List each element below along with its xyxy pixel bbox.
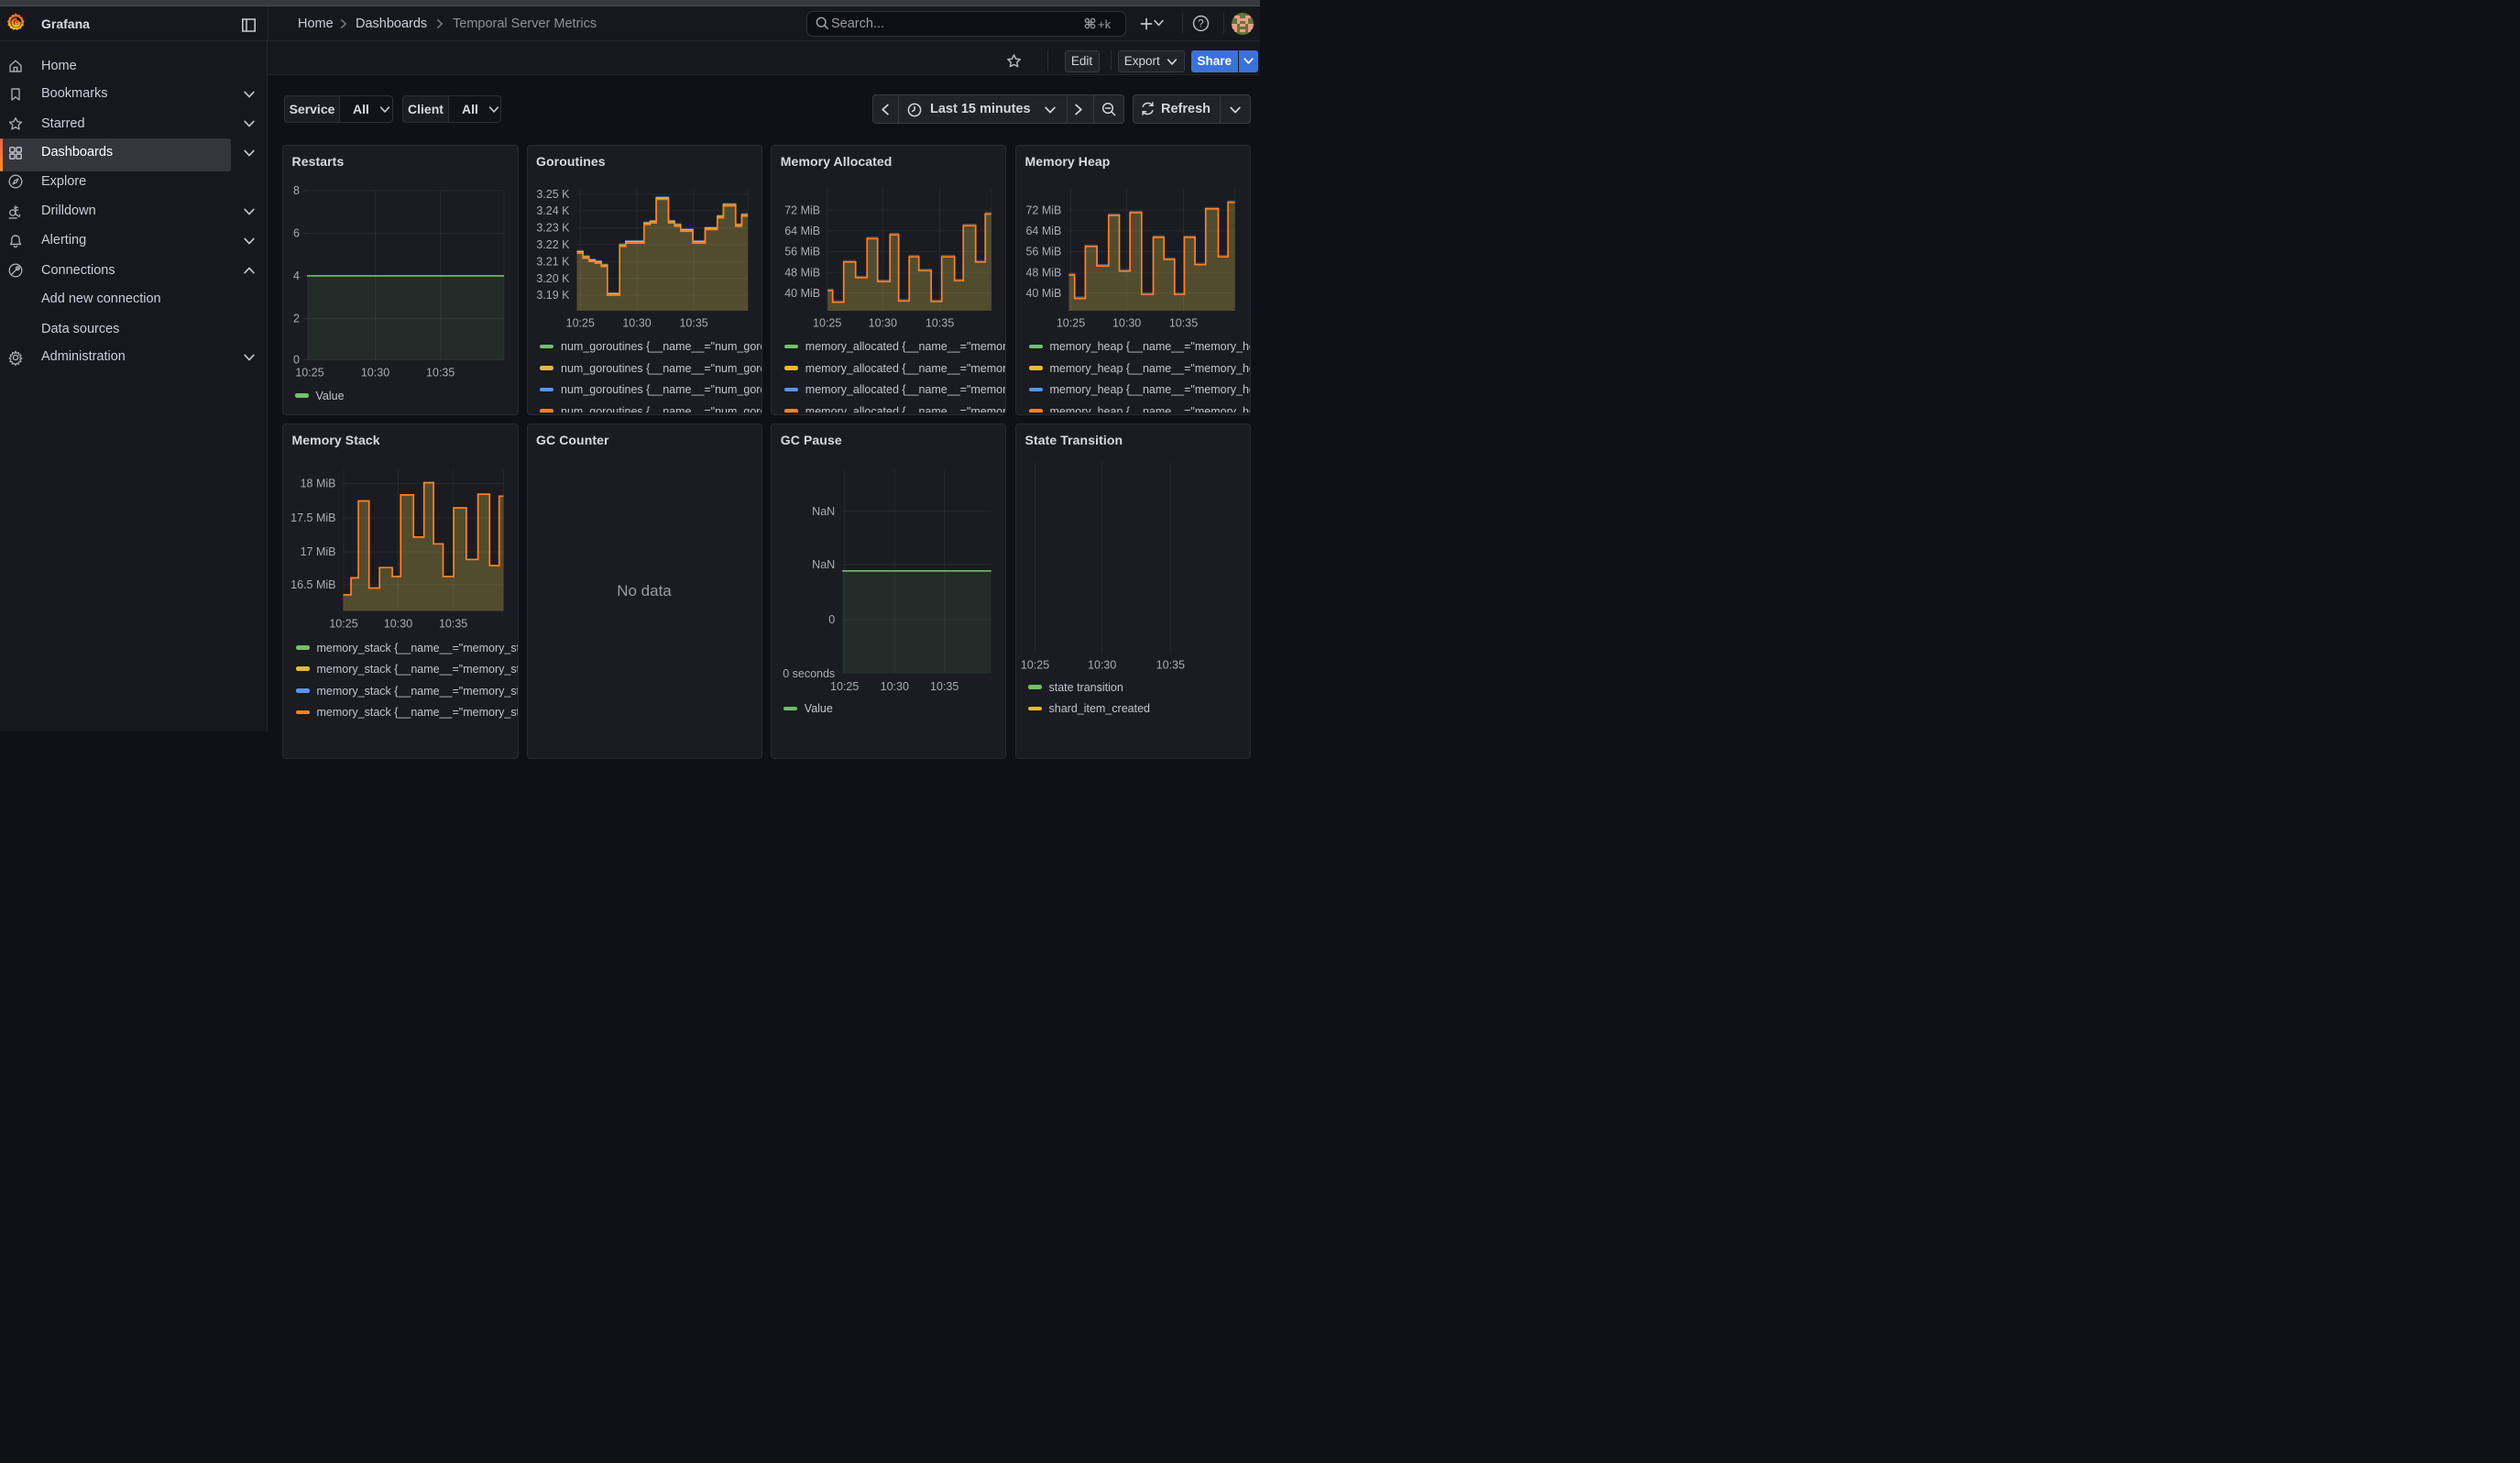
svg-text:2: 2	[293, 312, 300, 324]
svg-text:10:35: 10:35	[926, 316, 954, 329]
svg-text:NaN: NaN	[812, 505, 835, 518]
svg-text:3.19 K: 3.19 K	[536, 289, 570, 302]
svg-text:3.20 K: 3.20 K	[536, 272, 570, 285]
svg-text:48 MiB: 48 MiB	[784, 266, 820, 279]
svg-text:0: 0	[293, 353, 300, 366]
svg-text:10:25: 10:25	[295, 366, 323, 379]
svg-text:18 MiB: 18 MiB	[301, 478, 336, 490]
svg-text:10:30: 10:30	[1088, 659, 1116, 672]
svg-text:56 MiB: 56 MiB	[784, 245, 820, 258]
svg-text:10:25: 10:25	[830, 680, 859, 693]
svg-text:4: 4	[293, 270, 300, 282]
svg-text:10:25: 10:25	[813, 316, 841, 329]
svg-text:10:30: 10:30	[622, 316, 651, 329]
svg-text:64 MiB: 64 MiB	[784, 225, 820, 237]
svg-text:3.23 K: 3.23 K	[536, 221, 570, 234]
svg-text:10:35: 10:35	[1156, 659, 1185, 672]
svg-text:6: 6	[293, 226, 300, 239]
svg-text:10:30: 10:30	[361, 366, 389, 379]
svg-text:10:35: 10:35	[930, 680, 959, 693]
svg-text:NaN: NaN	[812, 558, 835, 571]
svg-text:10:30: 10:30	[869, 316, 897, 329]
svg-text:10:25: 10:25	[329, 618, 357, 631]
svg-text:3.22 K: 3.22 K	[536, 238, 570, 251]
svg-text:0: 0	[829, 613, 836, 626]
svg-text:10:35: 10:35	[439, 618, 467, 631]
svg-text:10:35: 10:35	[1169, 316, 1198, 329]
svg-text:40 MiB: 40 MiB	[784, 287, 820, 300]
svg-text:10:30: 10:30	[384, 618, 412, 631]
svg-text:10:25: 10:25	[1057, 316, 1085, 329]
svg-text:3.24 K: 3.24 K	[536, 204, 570, 217]
svg-text:72 MiB: 72 MiB	[784, 204, 820, 216]
svg-text:64 MiB: 64 MiB	[1025, 225, 1061, 237]
svg-text:3.21 K: 3.21 K	[536, 255, 570, 268]
svg-text:8: 8	[293, 184, 300, 197]
svg-text:10:35: 10:35	[426, 366, 455, 379]
svg-text:10:30: 10:30	[1112, 316, 1141, 329]
svg-text:17.5 MiB: 17.5 MiB	[290, 512, 335, 524]
svg-text:16.5 MiB: 16.5 MiB	[290, 578, 335, 591]
svg-text:72 MiB: 72 MiB	[1025, 204, 1061, 216]
svg-text:40 MiB: 40 MiB	[1025, 287, 1061, 300]
svg-text:56 MiB: 56 MiB	[1025, 245, 1061, 258]
svg-text:48 MiB: 48 MiB	[1025, 266, 1061, 279]
svg-text:17 MiB: 17 MiB	[301, 545, 336, 558]
svg-text:10:35: 10:35	[679, 316, 707, 329]
svg-text:10:25: 10:25	[1021, 659, 1049, 672]
svg-text:3.25 K: 3.25 K	[536, 188, 570, 201]
svg-text:10:25: 10:25	[565, 316, 594, 329]
svg-text:0 seconds: 0 seconds	[783, 667, 836, 680]
svg-text:10:30: 10:30	[881, 680, 909, 693]
svg-text:?: ?	[1198, 19, 1203, 30]
